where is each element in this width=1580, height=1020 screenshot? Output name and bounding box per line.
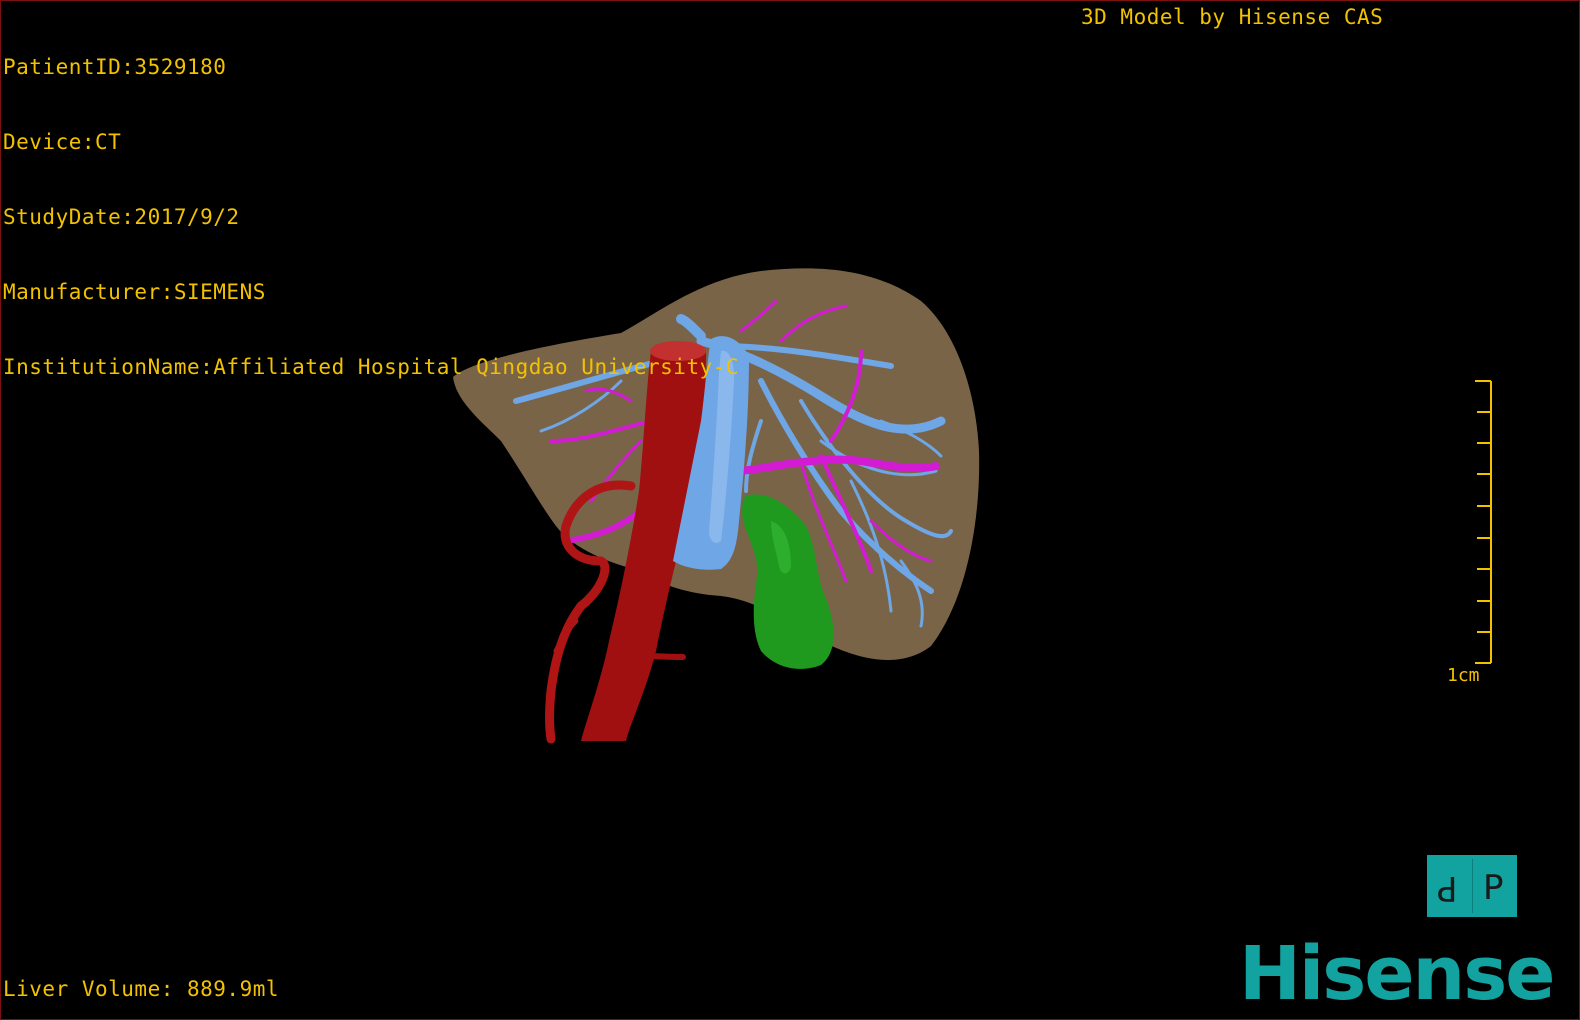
model-credit: 3D Model by Hisense CAS [1081, 5, 1384, 29]
liver-volume: Liver Volume: 889.9ml [3, 977, 280, 1001]
scale-bar-label: 1cm [1447, 665, 1480, 686]
manufacturer: Manufacturer:SIEMENS [3, 280, 266, 304]
study-info: PatientID:3529180 Device:CT StudyDate:20… [3, 5, 739, 430]
hisense-logo: Hisense [1239, 931, 1555, 1017]
orientation-cube[interactable]: P P [1427, 855, 1517, 917]
orientation-face-left: P [1437, 868, 1458, 908]
aorta-branch [638, 653, 686, 660]
study-date: StudyDate:2017/9/2 [3, 205, 240, 229]
orientation-face-right: P [1483, 868, 1504, 908]
orientation-divider [1472, 859, 1473, 913]
patient-id: PatientID:3529180 [3, 55, 227, 79]
device: Device:CT [3, 130, 122, 154]
3d-viewport[interactable]: PatientID:3529180 Device:CT StudyDate:20… [0, 0, 1580, 1020]
institution-name: InstitutionName:Affiliated Hospital Qing… [3, 355, 740, 379]
